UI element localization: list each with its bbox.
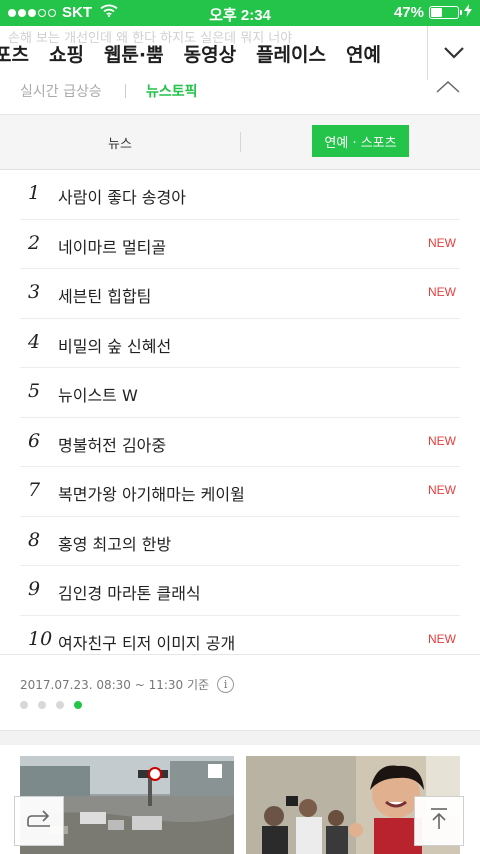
sub-tabs: 실시간 급상승 뉴스토픽 xyxy=(0,80,480,114)
rank-title: 세븐틴 힙합팀 xyxy=(58,287,152,306)
list-divider xyxy=(0,654,480,655)
rank-title: 사람이 좋다 송경아 xyxy=(58,188,186,207)
list-item[interactable]: 4 비밀의 숲 신혜선 xyxy=(20,319,460,368)
rank-title: 복면가왕 아기해마는 케이윌 xyxy=(58,485,245,504)
list-item[interactable]: 9 김인경 마라톤 클래식 xyxy=(20,566,460,616)
list-item[interactable]: 5 뉴이스트 W xyxy=(20,368,460,418)
list-item[interactable]: 8 홍영 최고의 한방 xyxy=(20,517,460,566)
new-badge: NEW xyxy=(428,631,456,646)
rank-title: 뉴이스트 W xyxy=(58,386,138,405)
rank-number: 6 xyxy=(28,429,41,452)
rank-number: 1 xyxy=(28,182,41,204)
page-dot[interactable] xyxy=(56,701,64,709)
rank-number: 9 xyxy=(28,578,41,600)
list-item[interactable]: 3 세븐틴 힙합팀 NEW xyxy=(20,269,460,319)
chevron-down-icon xyxy=(444,44,464,63)
page-dot[interactable] xyxy=(38,701,46,709)
list-item[interactable]: 7 복면가왕 아기해마는 케이윌 NEW xyxy=(20,467,460,517)
list-item[interactable]: 10 여자친구 티저 이미지 공개 NEW xyxy=(20,616,460,665)
section-divider xyxy=(0,730,480,745)
list-item[interactable]: 1 사람이 좋다 송경아 xyxy=(20,170,460,220)
battery-icon xyxy=(429,6,462,19)
rank-number: 5 xyxy=(28,380,41,402)
nav-item-shopping[interactable]: 쇼핑 xyxy=(49,40,84,67)
pagination-dots xyxy=(20,701,82,709)
rank-title: 여자친구 티저 이미지 공개 xyxy=(58,633,236,653)
nav-item-webtoon[interactable]: 웹툰·뿜 xyxy=(104,40,164,67)
battery-percent: 47% xyxy=(393,4,424,21)
info-icon[interactable]: i xyxy=(217,676,235,693)
rank-title: 비밀의 숲 신혜선 xyxy=(58,336,172,356)
timestamp-text: 2017.07.23. 08:30 ~ 11:30 기준 xyxy=(20,678,210,692)
new-badge: NEW xyxy=(428,285,456,299)
status-bar: SKT 오후 2:34 47% xyxy=(0,0,480,26)
rank-number: 3 xyxy=(28,281,41,303)
nav-item-video[interactable]: 동영상 xyxy=(184,40,236,67)
segment-entertainment-sports[interactable]: 연예 · 스포츠 xyxy=(312,125,409,157)
chevron-up-icon[interactable] xyxy=(436,80,460,97)
top-nav: 손해 보는 개선인데 왜 한다 하지도 실은데 뭐지 너야 포츠 쇼핑 웹툰·뿜… xyxy=(0,26,480,81)
charging-bolt-icon xyxy=(464,4,472,21)
rank-title: 김인경 마라톤 클래식 xyxy=(58,584,201,603)
segment-news[interactable]: 뉴스 xyxy=(0,115,240,169)
nav-expand-button[interactable] xyxy=(427,26,480,80)
share-button[interactable] xyxy=(14,796,64,846)
nav-item-place[interactable]: 플레이스 xyxy=(256,40,326,67)
nav-menu: 포츠 쇼핑 웹툰·뿜 동영상 플레이스 연예 xyxy=(0,40,381,67)
category-segment: 뉴스 연예 · 스포츠 xyxy=(0,114,480,170)
scroll-to-top-button[interactable] xyxy=(414,796,464,846)
rank-title: 명불허전 김아중 xyxy=(58,435,167,455)
segment-divider xyxy=(240,132,241,152)
rank-number: 2 xyxy=(28,231,41,254)
scroll-to-top-icon xyxy=(429,807,449,835)
list-item[interactable]: 2 네이마르 멀티골 NEW xyxy=(20,220,460,269)
new-badge: NEW xyxy=(428,433,456,448)
ranking-list: 1 사람이 좋다 송경아 2 네이마르 멀티골 NEW 3 세븐틴 힙합팀 NE… xyxy=(20,170,460,664)
page-dot[interactable] xyxy=(20,701,28,709)
tab-divider xyxy=(125,84,126,98)
rank-title: 홍영 최고의 한방 xyxy=(58,534,172,554)
rank-title: 네이마르 멀티골 xyxy=(58,237,167,257)
nav-item-sports[interactable]: 포츠 xyxy=(0,40,29,67)
page-dot-active[interactable] xyxy=(74,701,82,709)
list-item[interactable]: 6 명불허전 김아중 NEW xyxy=(20,418,460,467)
tab-news-topic[interactable]: 뉴스토픽 xyxy=(146,81,198,101)
rank-number: 4 xyxy=(28,330,41,353)
nav-item-entertainment[interactable]: 연예 xyxy=(346,40,381,67)
rank-number: 10 xyxy=(28,627,53,650)
rank-number: 8 xyxy=(28,528,41,551)
ranking-timestamp: 2017.07.23. 08:30 ~ 11:30 기준 i xyxy=(20,676,235,693)
new-badge: NEW xyxy=(428,483,456,497)
share-arrow-icon xyxy=(26,808,52,834)
status-right: 47% xyxy=(394,4,472,21)
new-badge: NEW xyxy=(428,235,456,250)
rank-number: 7 xyxy=(28,479,41,501)
tab-realtime-trending[interactable]: 실시간 급상승 xyxy=(20,81,102,101)
